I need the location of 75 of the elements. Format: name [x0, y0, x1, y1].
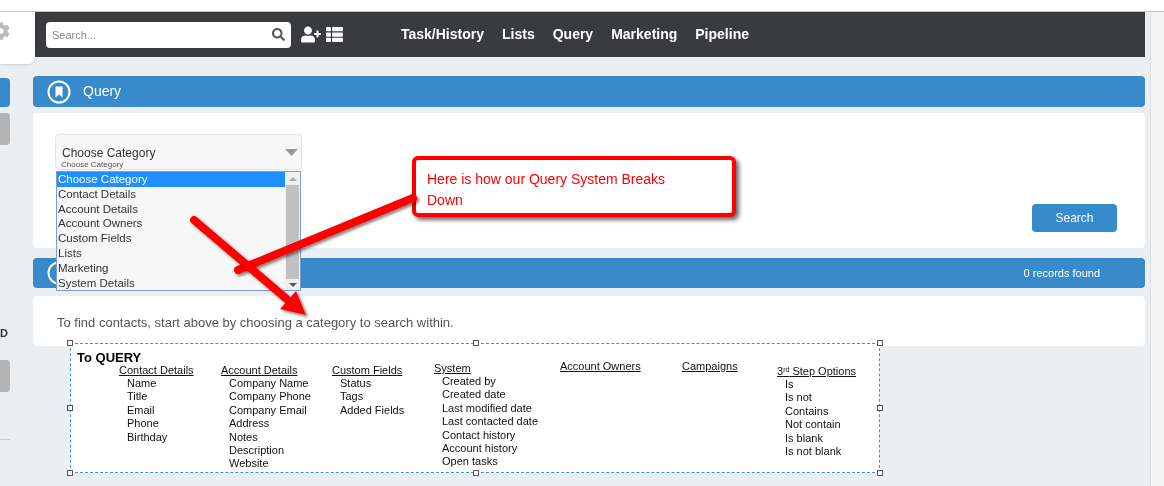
field-name: Open tasks [442, 455, 499, 469]
selection-handle[interactable] [67, 340, 73, 346]
callout-text: Here is how our Query System Breaks Down [427, 170, 667, 210]
field-name: Account history [442, 442, 519, 456]
field-name: Last modified date [442, 401, 533, 416]
field-name: Birthday [127, 430, 169, 445]
bookmark-icon [47, 79, 71, 104]
nav-link[interactable]: Pipeline [695, 24, 749, 45]
image-title: To QUERY [77, 349, 142, 366]
category-listbox[interactable]: Choose Category Contact Details Account Details Account Owners Custom Fields Lists Marketing System Details [56, 171, 301, 291]
add-user-icon[interactable] [301, 26, 321, 43]
field-name: Email [127, 403, 156, 418]
field-name: Contains [785, 404, 830, 419]
field-name: Not contain [785, 418, 842, 432]
field-name: Created date [442, 388, 507, 402]
field-name: Description [229, 444, 286, 458]
field-name: Created by [442, 375, 497, 389]
column-heading: System [434, 362, 472, 375]
column-heading: Contact Details [119, 364, 194, 377]
panel-title: Query [83, 82, 122, 101]
field-name: Company Phone [229, 390, 311, 404]
select-value: Choose Category [62, 145, 156, 162]
field-name: Is blank [785, 431, 824, 446]
selection-handle[interactable] [67, 470, 73, 476]
sidebar-label: D [0, 328, 9, 339]
selection-handle[interactable] [877, 340, 883, 346]
selection-handle[interactable] [473, 340, 479, 346]
field-name: Company Email [229, 403, 308, 418]
field-name: Website [229, 457, 270, 471]
column-heading: Account Details [221, 364, 299, 377]
field-name: Address [229, 417, 271, 431]
selection-handle[interactable] [473, 470, 479, 476]
field-name: Is not [785, 391, 813, 405]
listbox-option[interactable]: Account Owners [57, 216, 143, 232]
nav-link[interactable]: Lists [502, 24, 535, 45]
selection-handle[interactable] [877, 470, 883, 476]
field-name: Phone [127, 417, 160, 431]
page-scrollbar[interactable] [1150, 12, 1164, 486]
listbox-scrollbar[interactable] [285, 172, 300, 290]
field-name: Is [785, 378, 795, 392]
field-name: Title [127, 390, 149, 404]
field-name: Notes [229, 430, 259, 445]
listbox-option[interactable]: Account Details [57, 201, 138, 217]
listbox-option[interactable]: Marketing [57, 260, 109, 276]
listbox-option[interactable]: Contact Details [57, 186, 136, 202]
field-name: Is not blank [785, 445, 843, 459]
listbox-option[interactable]: System Details [57, 275, 135, 291]
field-name: Name [127, 377, 158, 391]
nav-link[interactable]: Marketing [611, 24, 678, 45]
field-name: Status [340, 377, 373, 391]
scroll-down-icon[interactable] [288, 280, 297, 290]
nav-link[interactable]: Query [552, 24, 594, 45]
listbox-option[interactable]: Custom Fields [57, 231, 132, 246]
selection-handle[interactable] [67, 405, 73, 411]
field-name: Tags [340, 390, 365, 404]
nav-link[interactable]: Task/History [401, 24, 484, 45]
search-field[interactable]: Search... [46, 21, 291, 48]
list-icon[interactable] [325, 26, 344, 43]
hint-text: To find contacts, start above by choosing a category to search within. [57, 313, 454, 332]
category-select[interactable]: Choose Category Choose Category [55, 134, 302, 170]
record-count: 0 records found [1023, 265, 1100, 281]
column-heading: 3$^{rd}$ Step Options [777, 365, 856, 378]
search-icon[interactable] [272, 27, 285, 41]
field-name: Added Fields [340, 403, 405, 418]
search-button[interactable]: Search [1032, 204, 1117, 232]
field-name: Company Name [229, 377, 310, 391]
selection-handle[interactable] [877, 405, 883, 411]
column-heading: Account Owners [560, 360, 641, 373]
column-heading: Campaigns [682, 360, 738, 373]
field-name: Contact history [442, 428, 517, 443]
column-heading: Custom Fields [332, 364, 404, 377]
listbox-option[interactable]: Lists [57, 246, 82, 261]
caret-icon [285, 149, 298, 156]
field-name: Last contacted date [442, 415, 538, 429]
select-caption: Choose Category [61, 161, 124, 169]
